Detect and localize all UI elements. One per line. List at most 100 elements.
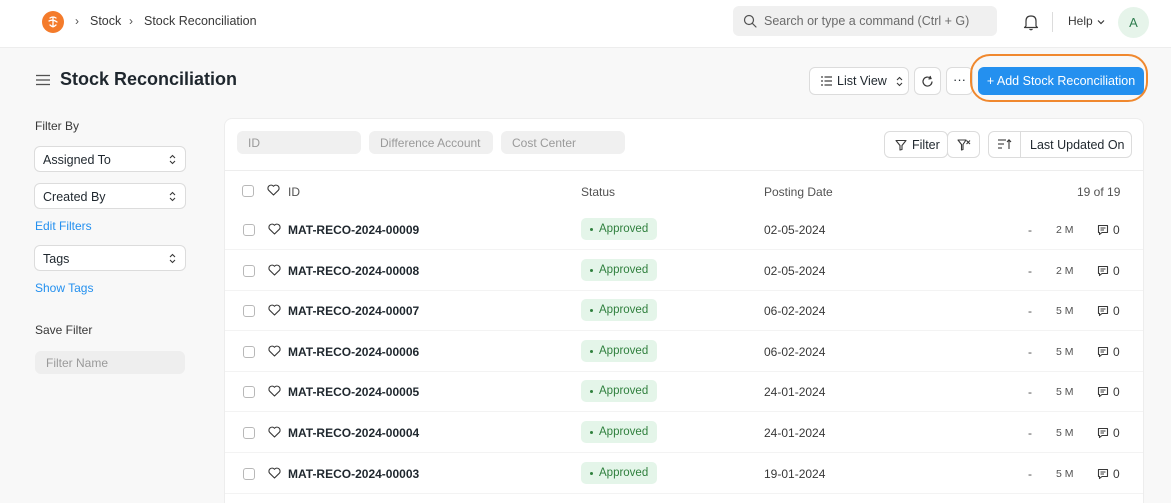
list-view-selector[interactable]: List View bbox=[809, 67, 909, 95]
table-row[interactable]: MAT-RECO-2024-00003 Approved 19-01-2024 - 5 … bbox=[225, 454, 1143, 494]
status-badge: Approved bbox=[581, 339, 657, 362]
created-by-label: Created By bbox=[43, 190, 106, 204]
row-id-link[interactable]: MAT-RECO-2024-00007 bbox=[288, 304, 419, 318]
filter-label: Filter bbox=[912, 138, 940, 152]
heart-icon[interactable] bbox=[267, 184, 280, 196]
select-arrows-icon bbox=[896, 76, 903, 87]
search-bar[interactable] bbox=[733, 6, 997, 36]
filter-divider bbox=[225, 170, 1143, 171]
show-tags-link[interactable]: Show Tags bbox=[35, 281, 93, 295]
search-icon bbox=[743, 14, 757, 28]
header-id[interactable]: ID bbox=[288, 185, 300, 199]
row-id-link[interactable]: MAT-RECO-2024-00009 bbox=[288, 223, 419, 237]
tags-label: Tags bbox=[43, 252, 70, 266]
filter-name-input[interactable] bbox=[35, 351, 185, 374]
cost-center-filter-input[interactable] bbox=[501, 131, 625, 154]
row-checkbox[interactable] bbox=[243, 467, 255, 480]
row-id-link[interactable]: MAT-RECO-2024-00004 bbox=[288, 426, 419, 440]
filter-x-icon bbox=[957, 139, 971, 151]
row-checkbox[interactable] bbox=[243, 224, 255, 236]
table-row[interactable]: MAT-RECO-2024-00005 Approved 24-01-2024 - 5 … bbox=[225, 372, 1143, 413]
table-row[interactable]: MAT-RECO-2024-00008 Approved 02-05-2024 - 2 … bbox=[225, 251, 1143, 291]
list-view-label: List View bbox=[837, 74, 887, 88]
heart-icon[interactable] bbox=[268, 426, 281, 438]
assigned-placeholder: - bbox=[1028, 385, 1032, 400]
breadcrumb-stock-reconciliation[interactable]: Stock Reconciliation bbox=[144, 14, 257, 28]
comment-icon bbox=[1097, 427, 1109, 439]
more-actions-button[interactable]: ··· bbox=[946, 67, 973, 95]
edit-filters-link[interactable]: Edit Filters bbox=[35, 219, 92, 233]
comment-icon bbox=[1097, 224, 1109, 236]
help-label: Help bbox=[1068, 14, 1093, 28]
posting-date: 24-01-2024 bbox=[764, 385, 826, 400]
row-id-link[interactable]: MAT-RECO-2024-00005 bbox=[288, 385, 419, 399]
refresh-button[interactable] bbox=[914, 67, 941, 95]
filter-button[interactable]: Filter bbox=[884, 131, 948, 158]
comment-icon bbox=[1097, 265, 1109, 276]
created-by-select[interactable]: Created By bbox=[34, 183, 186, 209]
table-row[interactable]: MAT-RECO-2024-00004 Approved 24-01-2024 - 5 … bbox=[225, 413, 1143, 453]
row-checkbox[interactable] bbox=[243, 386, 255, 399]
posting-date: 06-02-2024 bbox=[764, 344, 826, 359]
difference-account-filter-input[interactable] bbox=[369, 131, 493, 154]
assigned-to-select[interactable]: Assigned To bbox=[34, 146, 186, 172]
assigned-placeholder: - bbox=[1028, 263, 1032, 278]
posting-date: 02-05-2024 bbox=[764, 263, 826, 278]
select-arrows-icon bbox=[169, 253, 176, 264]
user-avatar[interactable]: A bbox=[1118, 7, 1149, 38]
posting-date: 02-05-2024 bbox=[764, 223, 826, 237]
modified-time: 5 M bbox=[1056, 386, 1074, 399]
heart-icon[interactable] bbox=[268, 304, 281, 316]
status-badge: Approved bbox=[581, 421, 657, 443]
table-row[interactable]: MAT-RECO-2024-00007 Approved 06-02-2024 - 5 … bbox=[225, 291, 1143, 332]
comment-count: 0 bbox=[1113, 466, 1120, 481]
assigned-placeholder: - bbox=[1028, 344, 1032, 359]
row-checkbox[interactable] bbox=[243, 345, 255, 358]
select-arrows-icon bbox=[169, 191, 176, 202]
modified-time: 5 M bbox=[1056, 427, 1074, 439]
heart-icon[interactable] bbox=[268, 345, 281, 357]
modified-time: 2 M bbox=[1056, 264, 1074, 277]
assigned-to-label: Assigned To bbox=[43, 153, 111, 167]
refresh-icon bbox=[922, 75, 933, 87]
id-filter-input[interactable] bbox=[237, 131, 361, 154]
assigned-placeholder: - bbox=[1028, 426, 1032, 440]
heart-icon[interactable] bbox=[268, 467, 281, 479]
row-checkbox[interactable] bbox=[243, 264, 255, 277]
status-badge: Approved bbox=[581, 461, 657, 484]
comment-count: 0 bbox=[1113, 385, 1120, 400]
row-checkbox[interactable] bbox=[243, 305, 255, 318]
clear-filters-button[interactable] bbox=[947, 131, 980, 158]
comment-icon bbox=[1097, 468, 1109, 479]
header-status[interactable]: Status bbox=[581, 185, 615, 199]
status-badge: Approved bbox=[581, 218, 657, 240]
comment-icon bbox=[1097, 346, 1109, 357]
status-badge: Approved bbox=[581, 258, 657, 281]
row-id-link[interactable]: MAT-RECO-2024-00008 bbox=[288, 264, 419, 278]
sort-direction-button[interactable] bbox=[989, 132, 1021, 157]
row-id-link[interactable]: MAT-RECO-2024-00006 bbox=[288, 345, 419, 359]
breadcrumb-stock[interactable]: Stock bbox=[90, 14, 121, 28]
table-row[interactable]: MAT-RECO-2024-00006 Approved 06-02-2024 - 5 … bbox=[225, 332, 1143, 372]
notification-bell-icon[interactable] bbox=[1023, 13, 1039, 31]
navbar-divider bbox=[1052, 12, 1053, 32]
app-logo[interactable] bbox=[42, 11, 64, 33]
status-badge: Approved bbox=[581, 299, 657, 322]
heart-icon[interactable] bbox=[268, 223, 281, 235]
assigned-placeholder: - bbox=[1028, 304, 1032, 319]
help-menu[interactable]: Help bbox=[1068, 14, 1105, 28]
tags-select[interactable]: Tags bbox=[34, 245, 186, 271]
search-input[interactable] bbox=[764, 6, 992, 36]
posting-date: 06-02-2024 bbox=[764, 304, 826, 319]
header-posting-date[interactable]: Posting Date bbox=[764, 185, 833, 199]
row-checkbox[interactable] bbox=[243, 427, 255, 439]
heart-icon[interactable] bbox=[268, 264, 281, 276]
table-row[interactable]: MAT-RECO-2024-00009 Approved 02-05-2024 - 2 … bbox=[225, 210, 1143, 250]
select-all-checkbox[interactable] bbox=[242, 185, 254, 197]
row-id-link[interactable]: MAT-RECO-2024-00003 bbox=[288, 467, 419, 481]
heart-icon[interactable] bbox=[268, 385, 281, 397]
sidebar-toggle-icon[interactable] bbox=[36, 74, 50, 86]
comment-count: 0 bbox=[1113, 426, 1120, 440]
chevron-down-icon bbox=[1097, 19, 1105, 25]
sort-field-label[interactable]: Last Updated On bbox=[1030, 138, 1125, 152]
